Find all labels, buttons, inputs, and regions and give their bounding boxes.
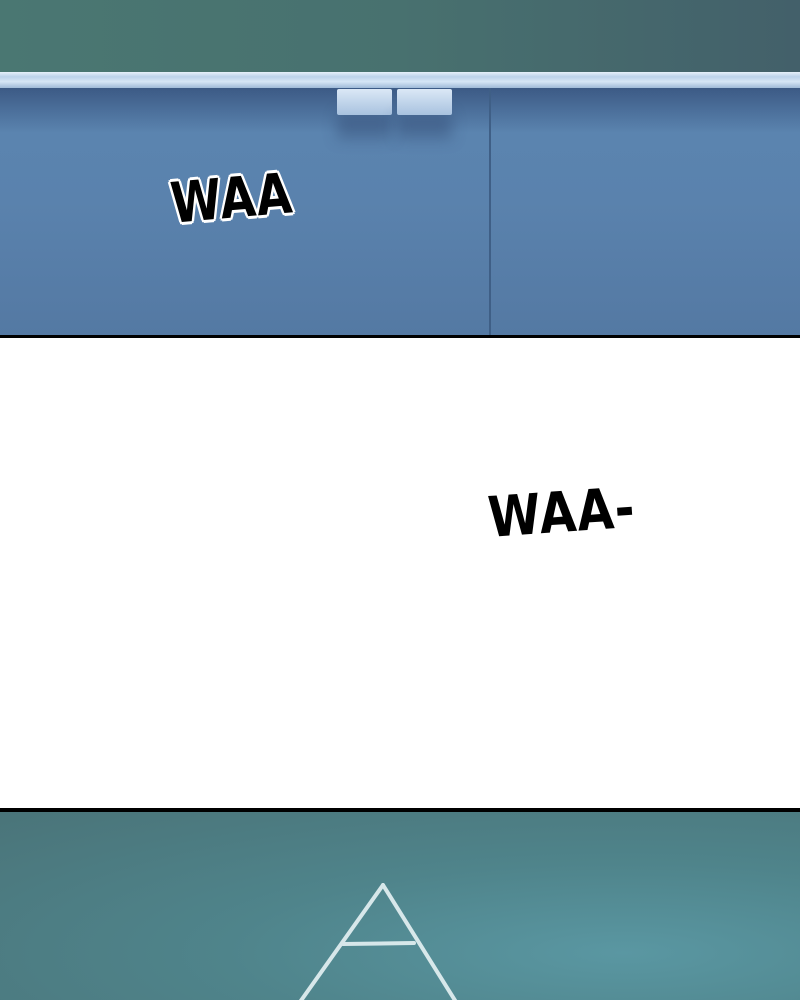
chalk-drawing (298, 883, 458, 1000)
sound-effect-text: WAA (168, 161, 296, 237)
chalkboard (0, 0, 800, 72)
sound-effect-text: WAA- (486, 475, 638, 551)
eraser (337, 89, 392, 115)
wall-divider (489, 88, 491, 335)
chalk-rail (0, 72, 800, 88)
white-panel: WAA- (0, 338, 800, 808)
chalk-stroke (341, 941, 416, 946)
eraser (397, 89, 452, 115)
chalkboard-panel (0, 812, 800, 1000)
classroom-wall-panel: WAA (0, 0, 800, 335)
